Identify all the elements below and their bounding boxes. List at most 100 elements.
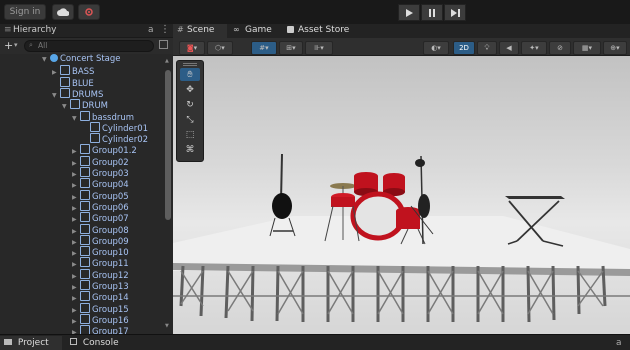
increment-snap-icon: ⊞ <box>286 44 293 52</box>
more-options-icon[interactable]: ⋮ <box>160 24 170 35</box>
cube-icon <box>80 189 90 200</box>
move-icon: ✥ <box>186 84 194 95</box>
play-icon <box>406 8 413 17</box>
search-options-icon[interactable] <box>159 40 168 49</box>
hierarchy-item[interactable]: ▼ DRUMS <box>52 87 103 101</box>
expand-down-arrow-icon[interactable]: ▼ <box>72 113 80 124</box>
expand-down-arrow-icon[interactable]: ▼ <box>62 101 70 112</box>
rotate-tool-button[interactable]: ↻ <box>180 98 200 111</box>
audio-toggle[interactable]: ◀ <box>499 41 519 55</box>
cube-icon <box>80 223 90 234</box>
cube-icon: ⬡ <box>215 44 222 52</box>
tab-project[interactable]: Project <box>0 336 62 350</box>
hierarchy-item[interactable]: ▶ Group02 <box>72 155 129 168</box>
cloud-button[interactable] <box>52 4 74 20</box>
top-toolbar: Sign in <box>0 0 630 24</box>
tab-asset-store-label: Asset Store <box>298 25 350 35</box>
scrollbar-thumb[interactable] <box>165 70 171 220</box>
cube-icon <box>90 133 100 144</box>
hierarchy-item[interactable]: ▼ bassdrum <box>72 110 134 124</box>
hierarchy-item[interactable]: ▼ DRUM <box>62 99 108 112</box>
hierarchy-item[interactable]: ▶ Group08 <box>72 223 129 236</box>
hierarchy-item[interactable]: ▶ BASS <box>52 65 94 77</box>
grid-snap-dropdown[interactable]: # ▾ <box>251 41 277 55</box>
scene-viewport[interactable] <box>173 56 630 334</box>
hierarchy-tab[interactable]: Hierarchy <box>13 25 57 35</box>
hierarchy-item[interactable]: ▶ Group12 <box>72 268 129 281</box>
hierarchy-item[interactable]: ▶ Group17 <box>72 325 129 334</box>
hierarchy-item[interactable]: ▶ Group01.2 <box>72 144 137 156</box>
tab-game[interactable]: ∞ Game <box>231 24 279 38</box>
draw-mode-dropdown[interactable]: ◙ ▾ <box>179 41 205 55</box>
effects-icon: ✦ <box>529 44 536 52</box>
gizmos-dropdown[interactable]: ▦ ▾ <box>573 41 601 55</box>
toggle-2d-button[interactable]: 2D <box>453 41 475 55</box>
lighting-toggle[interactable]: 💡︎ <box>477 41 497 55</box>
transform-tool-button[interactable]: ⌘ <box>180 143 200 156</box>
hierarchy-item[interactable]: ▼ Concert Stage <box>42 54 121 65</box>
collab-button[interactable] <box>78 4 100 20</box>
expand-down-arrow-icon[interactable]: ▼ <box>52 90 60 101</box>
cube-icon <box>90 121 100 132</box>
scene-tab-bar: # Scene ∞ Game Asset Store <box>173 24 630 38</box>
lock-icon[interactable]: a <box>616 336 622 350</box>
effects-dropdown[interactable]: ✦ ▾ <box>521 41 547 55</box>
tab-asset-store[interactable]: Asset Store <box>285 24 365 38</box>
rotate-icon: ↻ <box>186 99 194 110</box>
hierarchy-item[interactable]: Cylinder02 <box>82 133 148 145</box>
grid-snap-icon: # <box>259 44 266 52</box>
hierarchy-item[interactable]: ▶ Group07 <box>72 212 129 224</box>
hierarchy-item[interactable]: ▶ Group14 <box>72 291 129 303</box>
hierarchy-item[interactable]: ▶ Group04 <box>72 178 129 190</box>
hierarchy-item[interactable]: ▶ Group03 <box>72 167 129 179</box>
hierarchy-item[interactable]: Cylinder01 <box>82 121 148 134</box>
hand-tool-button[interactable]: ✋︎ <box>180 68 200 81</box>
scroll-down-arrow-icon[interactable]: ▼ <box>165 323 170 329</box>
hierarchy-search-input[interactable]: ⌕ All <box>24 40 154 52</box>
hierarchy-item[interactable]: ▶ Group10 <box>72 246 129 258</box>
drag-handle[interactable] <box>183 63 197 66</box>
grid-icon: # <box>177 25 184 34</box>
folder-icon <box>4 339 12 345</box>
gizmos-icon: ▦ <box>581 44 589 52</box>
step-icon <box>450 8 460 17</box>
hierarchy-item[interactable]: ▶ Group16 <box>72 313 129 326</box>
eye-slash-icon: ⊘ <box>557 44 563 52</box>
step-button[interactable] <box>444 4 466 21</box>
globe-dropdown[interactable]: ⊕ ▾ <box>603 41 627 55</box>
cube-icon <box>80 155 90 166</box>
render-mode-dropdown[interactable]: ◐ ▾ <box>423 41 449 55</box>
hierarchy-item[interactable]: BLUE <box>52 76 94 89</box>
hierarchy-item[interactable]: ▶ Group11 <box>72 257 129 269</box>
cube-icon <box>60 87 70 98</box>
lock-icon[interactable]: a <box>148 25 154 35</box>
hierarchy-item[interactable]: ▶ Group09 <box>72 234 129 247</box>
cube-icon <box>80 110 90 121</box>
search-placeholder: All <box>38 41 48 50</box>
hierarchy-scrollbar[interactable]: ▲ ▼ <box>164 54 173 334</box>
signin-button[interactable]: Sign in <box>4 4 46 20</box>
pause-button[interactable] <box>421 4 443 21</box>
hierarchy-item[interactable]: ▶ Group13 <box>72 280 129 292</box>
shading-dropdown[interactable]: ⬡ ▾ <box>207 41 233 55</box>
hierarchy-item[interactable]: ▶ Group06 <box>72 200 129 213</box>
cube-icon <box>80 246 90 257</box>
scale-tool-button[interactable]: ⤡ <box>180 113 200 126</box>
align-dropdown[interactable]: ⊪ ▾ <box>305 41 333 55</box>
scroll-up-arrow-icon[interactable]: ▲ <box>165 58 170 64</box>
signin-label: Sign in <box>9 7 41 17</box>
move-tool-button[interactable]: ✥ <box>180 83 200 96</box>
add-icon[interactable]: + <box>4 39 13 52</box>
cube-icon <box>80 280 90 290</box>
rect-tool-button[interactable]: ⬚ <box>180 128 200 141</box>
hierarchy-item[interactable]: ▶ Group05 <box>72 189 129 202</box>
tab-scene[interactable]: # Scene <box>173 24 227 38</box>
dropdown-arrow-icon[interactable]: ▾ <box>14 41 18 49</box>
hierarchy-item[interactable]: ▶ Group15 <box>72 302 129 315</box>
play-button[interactable] <box>398 4 420 21</box>
hidden-objects-toggle[interactable]: ⊘ <box>549 41 571 55</box>
collapse-right-arrow-icon[interactable]: ▶ <box>72 327 80 334</box>
increment-snap-dropdown[interactable]: ⊞ ▾ <box>279 41 303 55</box>
expand-down-arrow-icon[interactable]: ▼ <box>42 54 50 65</box>
tab-console[interactable]: Console <box>70 336 140 350</box>
